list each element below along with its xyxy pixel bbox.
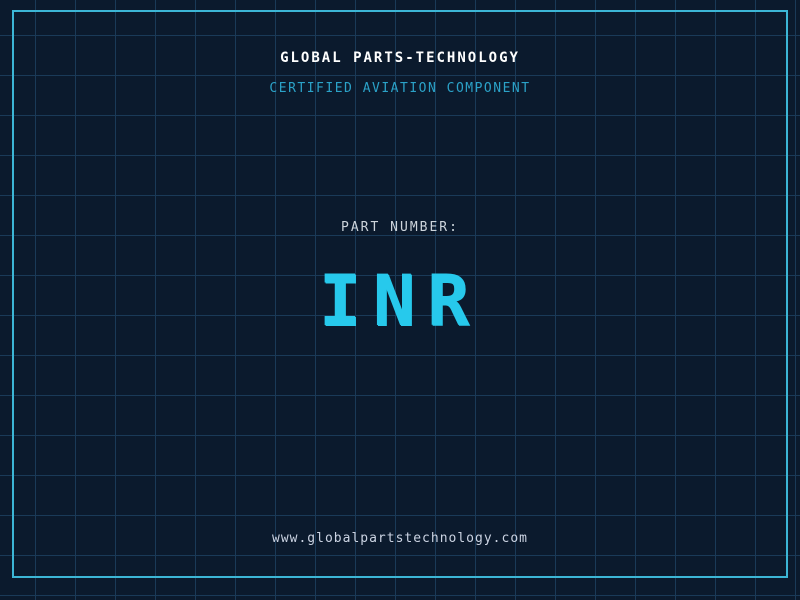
company-name: GLOBAL PARTS-TECHNOLOGY xyxy=(280,50,520,66)
part-number-value: INR xyxy=(318,260,482,342)
website-url: www.globalpartstechnology.com xyxy=(272,531,528,546)
label-screen: GLOBAL PARTS-TECHNOLOGY CERTIFIED AVIATI… xyxy=(0,0,800,600)
part-number-label: PART NUMBER: xyxy=(341,220,459,235)
certification-subtitle: CERTIFIED AVIATION COMPONENT xyxy=(269,81,531,96)
